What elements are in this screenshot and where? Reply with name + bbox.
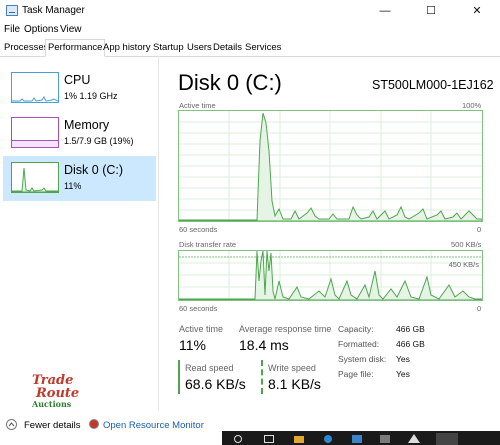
task-manager-app-icon xyxy=(6,5,18,16)
sidebar-item-disk[interactable]: Disk 0 (C:) 11% xyxy=(3,156,156,201)
active-time-label: Active time xyxy=(179,324,224,334)
formatted-value: 466 GB xyxy=(396,339,425,349)
tab-users[interactable]: Users xyxy=(185,40,214,55)
menu-options[interactable]: Options xyxy=(24,24,58,35)
logo-line-3: Auctions xyxy=(32,399,72,409)
taskbar-folder-icon[interactable] xyxy=(294,436,304,443)
read-speed-value: 68.6 KB/s xyxy=(185,376,246,392)
taskbar-search-icon[interactable] xyxy=(234,435,242,443)
tab-details[interactable]: Details xyxy=(211,40,244,55)
active-time-value: 11% xyxy=(179,337,206,353)
page-file-label: Page file: xyxy=(338,369,374,379)
read-speed-label: Read speed xyxy=(185,363,234,373)
sidebar-item-memory[interactable]: Memory 1.5/7.9 GB (19%) xyxy=(3,111,156,156)
sidebar-item-label: Memory xyxy=(64,118,110,132)
sidebar-item-label: CPU xyxy=(64,73,91,87)
active-time-graph xyxy=(178,110,483,222)
active-time-plot xyxy=(179,111,482,221)
chevron-up-icon[interactable] xyxy=(6,419,17,430)
response-time-value: 18.4 ms xyxy=(239,337,289,353)
write-speed-value: 8.1 KB/s xyxy=(268,376,321,392)
title-bar: Task Manager — ☐ ✕ xyxy=(0,0,500,22)
taskbar-edge-icon[interactable] xyxy=(324,435,332,443)
write-speed-label: Write speed xyxy=(268,363,316,373)
tab-app-history[interactable]: App history xyxy=(101,40,153,55)
sidebar-item-label: Disk 0 (C:) xyxy=(64,163,124,177)
tab-services[interactable]: Services xyxy=(243,40,283,55)
read-speed-indicator xyxy=(178,360,180,394)
menu-bar: File Options View xyxy=(0,22,500,38)
minimize-button[interactable]: — xyxy=(362,0,408,22)
taskbar-task-manager-icon[interactable] xyxy=(436,433,458,445)
transfer-rate-graph: 450 KB/s xyxy=(178,250,483,301)
maximize-button[interactable]: ☐ xyxy=(408,0,454,22)
taskbar-taskview-icon[interactable] xyxy=(264,435,274,443)
trade-route-logo: Trade Route Auctions xyxy=(32,374,92,409)
tab-bar: Processes Performance App history Startu… xyxy=(0,38,500,57)
tab-performance[interactable]: Performance xyxy=(45,39,106,57)
taskbar-mail-icon[interactable] xyxy=(380,435,390,443)
system-disk-label: System disk: xyxy=(338,354,387,364)
page-file-value: Yes xyxy=(396,369,410,379)
taskbar-store-icon[interactable] xyxy=(352,435,362,443)
taskbar-app-icon[interactable] xyxy=(408,434,420,443)
graph-axis-right: 0 xyxy=(477,304,482,313)
open-resource-monitor-link[interactable]: Open Resource Monitor xyxy=(103,420,204,431)
write-speed-indicator xyxy=(261,360,263,394)
graph-max-label: 100% xyxy=(462,101,482,110)
menu-file[interactable]: File xyxy=(4,24,20,35)
system-disk-value: Yes xyxy=(396,354,410,364)
capacity-label: Capacity: xyxy=(338,324,374,334)
page-title: Disk 0 (C:) xyxy=(178,70,282,95)
window-title: Task Manager xyxy=(22,5,85,16)
response-time-label: Average response time xyxy=(239,324,332,334)
fewer-details-button[interactable]: Fewer details xyxy=(24,420,81,431)
sidebar-item-detail: 1.5/7.9 GB (19%) xyxy=(64,136,134,146)
tab-processes[interactable]: Processes xyxy=(2,40,50,55)
graph-label: Disk transfer rate xyxy=(179,240,237,249)
transfer-inner-label: 450 KB/s xyxy=(448,260,479,269)
graph-axis-left: 60 seconds xyxy=(179,225,218,234)
taskbar xyxy=(222,431,500,445)
tab-startup[interactable]: Startup xyxy=(151,40,186,55)
graph-axis-left: 60 seconds xyxy=(179,304,218,313)
sidebar-item-detail: 1% 1.19 GHz xyxy=(64,91,118,101)
formatted-label: Formatted: xyxy=(338,339,380,349)
graph-axis-right: 0 xyxy=(477,225,482,234)
cpu-thumbnail-graph xyxy=(11,72,59,103)
disk-model-label: ST500LM000-1EJ162 xyxy=(372,78,494,92)
memory-thumbnail-graph xyxy=(11,117,59,148)
sidebar-item-cpu[interactable]: CPU 1% 1.19 GHz xyxy=(3,66,156,111)
sidebar-item-detail: 11% xyxy=(64,181,82,191)
graph-max-label: 500 KB/s xyxy=(451,240,482,249)
capacity-value: 466 GB xyxy=(396,324,425,334)
transfer-rate-plot xyxy=(179,251,482,300)
close-button[interactable]: ✕ xyxy=(454,0,500,22)
resource-monitor-icon xyxy=(89,419,99,429)
disk-thumbnail-graph xyxy=(11,162,59,193)
menu-view[interactable]: View xyxy=(60,24,82,35)
graph-label: Active time xyxy=(179,101,216,110)
sidebar: CPU 1% 1.19 GHz Memory 1.5/7.9 GB (19%) … xyxy=(0,56,159,411)
